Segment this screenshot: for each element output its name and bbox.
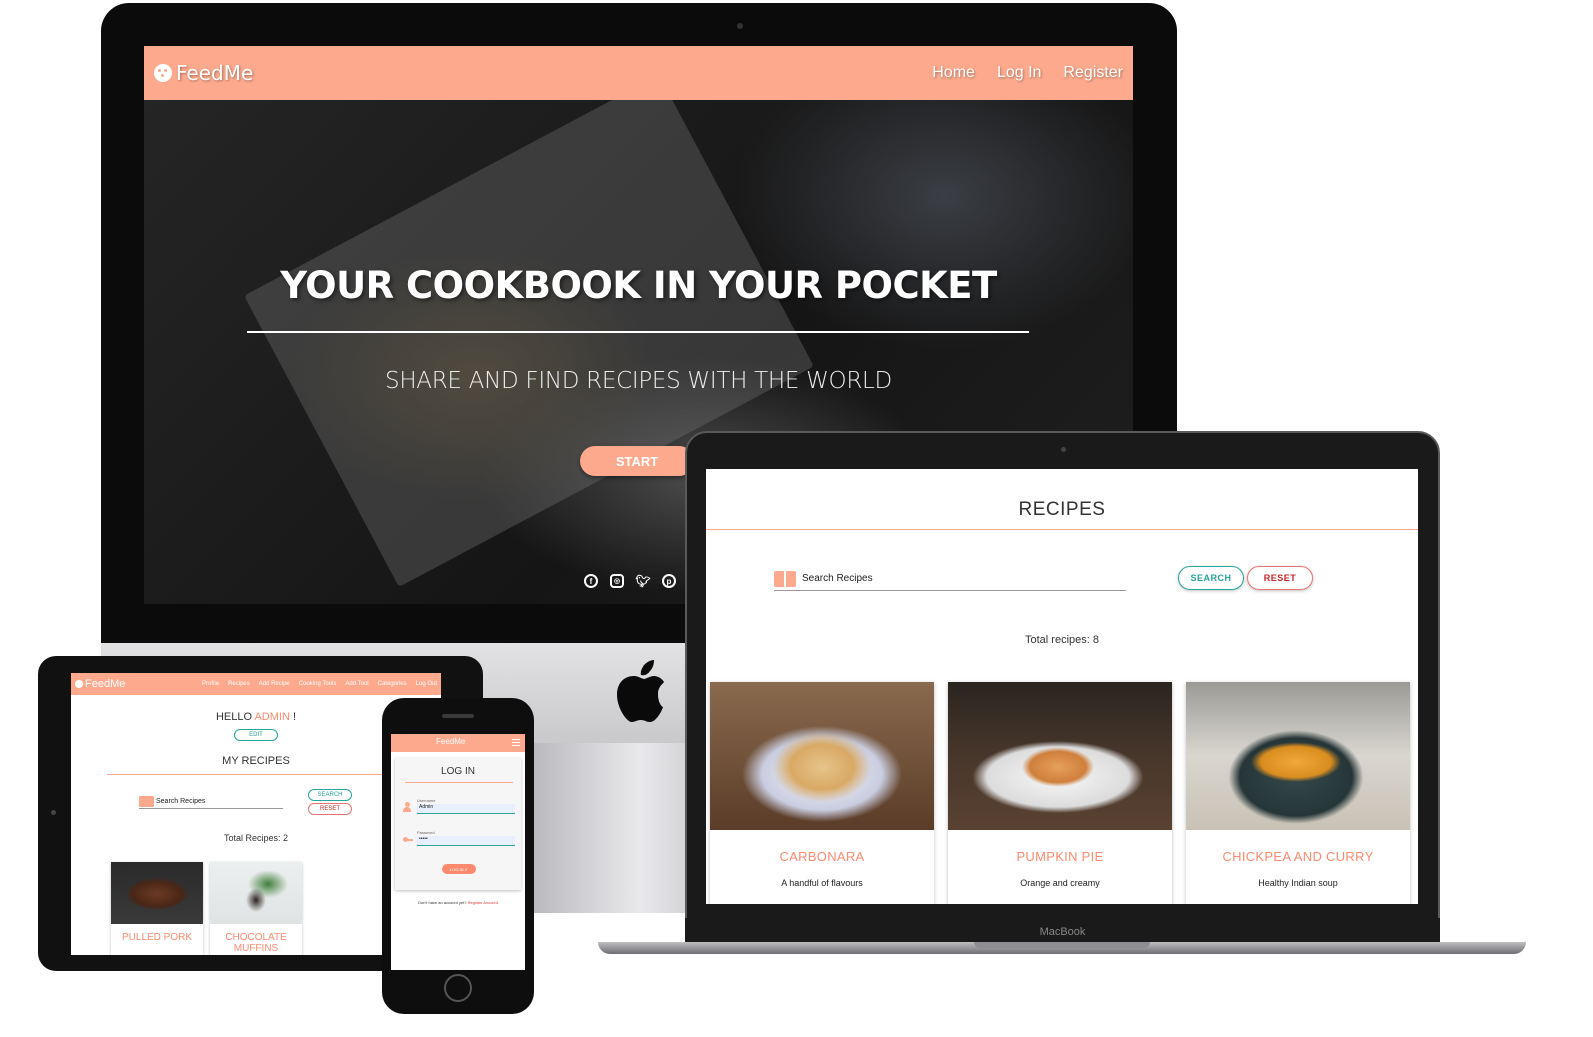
total-recipes-count: Total recipes: 8 bbox=[1025, 634, 1099, 646]
brand-logo[interactable]: FeedMe bbox=[154, 61, 253, 85]
start-button[interactable]: START bbox=[580, 446, 694, 476]
social-links: f ◎ 🐦︎ p bbox=[584, 574, 676, 588]
nav-links: Home Log In Register bbox=[932, 64, 1123, 82]
recipe-image bbox=[111, 862, 203, 924]
search-button[interactable]: SEARCH bbox=[1178, 566, 1244, 590]
brand-name: FeedMe bbox=[176, 61, 254, 85]
apple-logo-icon bbox=[617, 660, 664, 722]
recipe-name: CHICKPEA AND CURRY bbox=[1222, 849, 1374, 864]
register-account-link[interactable]: Register Account bbox=[468, 900, 498, 905]
nav-register-link[interactable]: Register bbox=[1063, 64, 1123, 82]
hamburger-menu-icon[interactable] bbox=[512, 739, 520, 746]
recipe-card-carbonara[interactable]: CARBONARA A handful of flavours bbox=[710, 682, 934, 904]
recipe-description: A handful of flavours bbox=[781, 878, 863, 888]
hero-divider bbox=[247, 331, 1029, 333]
tablet-navbar: FeedMe Profile Recipes Add Recipe Cookin… bbox=[71, 673, 441, 695]
nav-home-link[interactable]: Home bbox=[932, 64, 975, 82]
pinterest-icon[interactable]: p bbox=[662, 574, 676, 588]
login-card: LOG IN Username Admin Password ••••• LOG… bbox=[395, 758, 521, 890]
book-icon bbox=[774, 570, 796, 587]
tablet-nav-profile[interactable]: Profile bbox=[202, 681, 219, 687]
device-mockup-showcase: FeedMe Home Log In Register YOUR COOKBOO… bbox=[0, 0, 1593, 1037]
phone-speaker bbox=[442, 714, 474, 718]
macbook-notch bbox=[974, 942, 1150, 948]
tablet-nav-logout[interactable]: Log Out bbox=[416, 681, 437, 687]
recipe-description: Healthy Indian soup bbox=[1258, 878, 1338, 888]
login-title: LOG IN bbox=[441, 766, 475, 777]
login-button[interactable]: LOG IN ✔ bbox=[442, 864, 476, 874]
password-field[interactable]: ••••• bbox=[417, 836, 515, 846]
tablet-recipe-card-pulled-pork[interactable]: PULLED PORK bbox=[111, 862, 203, 955]
tablet-nav-links: Profile Recipes Add Recipe Cooking Tools… bbox=[202, 681, 437, 687]
tablet-brand-name: FeedMe bbox=[85, 678, 126, 690]
password-label: Password bbox=[417, 830, 435, 835]
recipe-image bbox=[210, 862, 302, 924]
tablet-brand[interactable]: FeedMe bbox=[75, 678, 125, 690]
tablet-camera bbox=[51, 810, 56, 815]
recipe-card-pumpkin-pie[interactable]: PUMPKIN PIE Orange and creamy bbox=[948, 682, 1172, 904]
twitter-icon[interactable]: 🐦︎ bbox=[635, 574, 650, 588]
macbook-screen: RECIPES Search Recipes SEARCH RESET Tota… bbox=[706, 469, 1418, 904]
username-field[interactable]: Admin bbox=[417, 804, 515, 814]
tablet-nav-categories[interactable]: Categories bbox=[378, 681, 407, 687]
edit-profile-button[interactable]: EDIT bbox=[234, 729, 278, 741]
tablet-nav-add-tool[interactable]: Add Tool bbox=[345, 681, 368, 687]
tablet-nav-recipes[interactable]: Recipes bbox=[228, 681, 250, 687]
recipe-search-input[interactable]: Search Recipes bbox=[774, 567, 1126, 591]
phone-home-button[interactable] bbox=[444, 974, 472, 1002]
hero-subtitle: SHARE AND FIND RECIPES WITH THE WORLD bbox=[385, 368, 892, 394]
tablet-nav-add-recipe[interactable]: Add Recipe bbox=[259, 681, 290, 687]
recipe-image bbox=[1186, 682, 1410, 830]
tablet-nav-cooking-tools[interactable]: Cooking Tools bbox=[299, 681, 337, 687]
recipe-card-chickpea-curry[interactable]: CHICKPEA AND CURRY Healthy Indian soup bbox=[1186, 682, 1410, 904]
register-prompt: Don't have an account yet? Register Acco… bbox=[391, 900, 525, 905]
hello-username: ADMIN bbox=[254, 711, 290, 723]
reset-button[interactable]: RESET bbox=[1247, 566, 1313, 590]
recipe-name: PULLED PORK bbox=[121, 932, 193, 943]
tablet-search-placeholder: Search Recipes bbox=[156, 798, 206, 805]
cookie-icon bbox=[154, 64, 172, 82]
register-prompt-text: Don't have an account yet? bbox=[418, 900, 468, 905]
key-icon bbox=[403, 837, 413, 843]
login-divider bbox=[405, 782, 513, 783]
tablet-recipe-card-chocolate-muffins[interactable]: CHOCOLATE MUFFINS bbox=[210, 862, 302, 955]
hello-suffix: ! bbox=[289, 711, 297, 723]
tablet-search-input[interactable]: Search Recipes bbox=[139, 795, 283, 809]
recipe-name: CHOCOLATE MUFFINS bbox=[225, 932, 287, 954]
phone-brand[interactable]: FeedMe bbox=[436, 737, 465, 746]
facebook-icon[interactable]: f bbox=[584, 574, 598, 588]
recipe-description: Orange and creamy bbox=[1020, 878, 1100, 888]
imac-camera bbox=[737, 23, 743, 29]
nav-login-link[interactable]: Log In bbox=[997, 64, 1041, 82]
tablet-search-button[interactable]: SEARCH bbox=[308, 789, 352, 801]
hello-prefix: HELLO bbox=[215, 711, 255, 723]
macbook-camera bbox=[1061, 447, 1066, 452]
recipe-name: PUMPKIN PIE bbox=[1016, 849, 1104, 864]
top-navbar: FeedMe Home Log In Register bbox=[144, 46, 1133, 100]
search-placeholder: Search Recipes bbox=[802, 573, 873, 584]
recipe-name: CARBONARA bbox=[779, 849, 865, 864]
book-icon bbox=[139, 796, 154, 807]
recipe-image bbox=[948, 682, 1172, 830]
phone-navbar: FeedMe bbox=[391, 734, 525, 752]
cookie-icon bbox=[75, 680, 83, 688]
instagram-icon[interactable]: ◎ bbox=[610, 574, 624, 588]
phone-screen: FeedMe LOG IN Username Admin Password ••… bbox=[391, 734, 525, 970]
hero-title: YOUR COOKBOOK IN YOUR POCKET bbox=[280, 264, 997, 307]
username-label: Username bbox=[417, 798, 436, 803]
recipe-image bbox=[710, 682, 934, 830]
user-icon bbox=[403, 802, 411, 812]
recipes-page-title: RECIPES bbox=[1018, 499, 1106, 520]
my-recipes-divider bbox=[107, 774, 407, 775]
recipes-title-divider bbox=[706, 529, 1418, 530]
tablet-reset-button[interactable]: RESET bbox=[308, 803, 352, 815]
